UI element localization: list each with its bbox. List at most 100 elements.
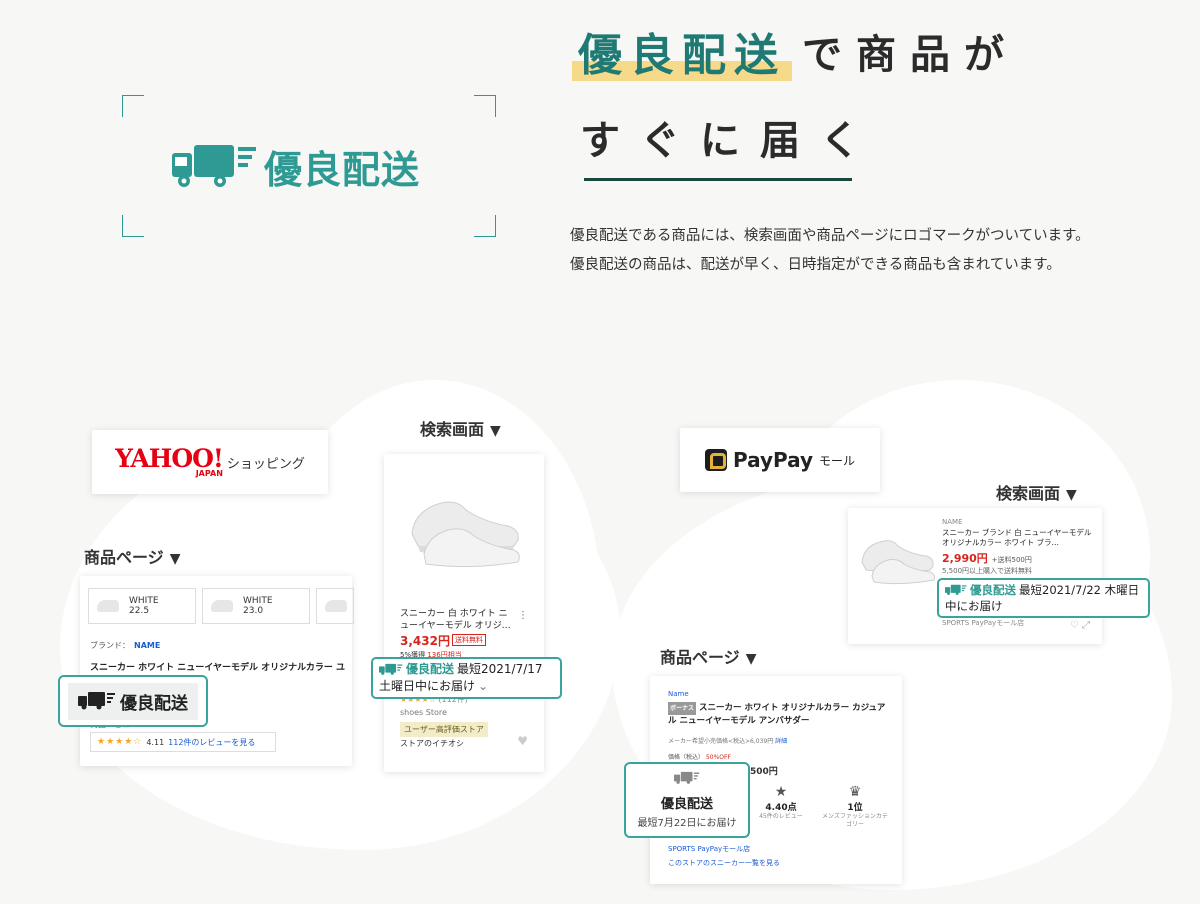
rating-stat: ★ 4.40点 45件のレビュー bbox=[746, 784, 816, 821]
shoe-thumbnail bbox=[97, 600, 119, 612]
truck-icon bbox=[379, 663, 403, 675]
card-actions: ♡ ⤢ bbox=[1070, 620, 1090, 631]
description: 優良配送である商品には、検索画面や商品ページにロゴマークがついています。優良配送… bbox=[570, 228, 1090, 273]
variant-option[interactable]: WHITE 22.5 bbox=[88, 588, 196, 624]
headline-line-2: すぐに届く bbox=[580, 118, 880, 164]
variant-option[interactable] bbox=[316, 588, 354, 624]
paypay-search-yuryou-badge: 優良配送 最短2021/7/22 木曜日 中にお届け bbox=[937, 578, 1150, 618]
frame-corner bbox=[474, 95, 496, 117]
discount: 50%OFF bbox=[705, 754, 731, 761]
product-title: ボーナス スニーカー ホワイト オリジナルカラー カジュアル ニューイヤーモデル … bbox=[668, 702, 890, 728]
yahoo-logo-word: YAHOO! bbox=[115, 444, 224, 473]
review-link[interactable]: 112件のレビューを見る bbox=[168, 737, 255, 748]
star-rating: ★★★★☆ bbox=[97, 737, 143, 747]
yahoo-search-card[interactable]: スニーカー 白 ホワイト ニューイヤーモデル オリジ… ⋮ 3,432円 送料無… bbox=[384, 454, 544, 772]
paypay-product-page-label: 商品ページ ▼ bbox=[660, 644, 756, 668]
product-price: 2,990円 +送料500円 bbox=[942, 550, 1032, 566]
star-icon: ★ bbox=[774, 784, 788, 800]
product-brand[interactable]: Name bbox=[668, 690, 689, 698]
label-text: 商品ページ bbox=[84, 548, 164, 567]
shoe-thumbnail bbox=[325, 600, 347, 612]
label-text: 商品ページ bbox=[660, 648, 740, 667]
yuryou-logo-text: 優良配送 bbox=[264, 148, 421, 192]
store-tag: ユーザー高評価ストア bbox=[400, 722, 488, 737]
headline-highlight: 優良配送 bbox=[572, 19, 792, 83]
variant-size: 23.0 bbox=[243, 606, 264, 616]
price-label-text: 価格（税込） bbox=[668, 754, 705, 761]
variant-color: WHITE bbox=[243, 596, 273, 606]
badge-text: 優良配送 bbox=[120, 693, 188, 714]
store-name[interactable]: shoes Store bbox=[400, 708, 447, 717]
product-brand: NAME bbox=[942, 518, 963, 526]
price-label: 価格（税込） 50%OFF bbox=[668, 752, 731, 761]
variant-option[interactable]: WHITE 23.0 bbox=[202, 588, 310, 624]
shipping-note: 5,500円以上購入で送料無料 bbox=[942, 567, 1033, 575]
rank-stat: ♛ 1位 メンズファッションカテゴリー bbox=[820, 784, 890, 829]
paypay-logo-word: PayPay bbox=[732, 448, 814, 472]
rank-label: メンズファッションカテゴリー bbox=[822, 813, 888, 828]
paypay-search-card[interactable]: NAME スニーカー ブランド 白 ニューイヤーモデル オリジナルカラー ホワイ… bbox=[848, 508, 1102, 644]
store-name[interactable]: SPORTS PayPayモール店 bbox=[942, 618, 1024, 628]
triangle-down-icon: ▼ bbox=[490, 423, 501, 439]
maker-link[interactable]: 詳細 bbox=[775, 738, 787, 745]
product-title[interactable]: スニーカー 白 ホワイト ニューイヤーモデル オリジ… bbox=[400, 608, 512, 632]
review-box[interactable]: ★★★★☆ 4.11 112件のレビューを見る bbox=[90, 732, 276, 752]
badge-label: 優良配送 bbox=[970, 583, 1016, 597]
crown-icon: ♛ bbox=[848, 784, 862, 800]
shoe-thumbnail bbox=[211, 600, 233, 612]
headline-line-1: 優良配送 で商品が bbox=[572, 18, 1018, 84]
variant-size: 22.5 bbox=[129, 606, 150, 616]
yuryou-logo: 優良配送 bbox=[172, 139, 420, 194]
yuryou-logo-frame: 優良配送 bbox=[122, 95, 496, 237]
headline-rest: で商品が bbox=[802, 32, 1018, 78]
rating-value: 4.11 bbox=[146, 737, 165, 747]
price-value: 2,990円 bbox=[942, 552, 988, 565]
rank-value: 1位 bbox=[847, 803, 863, 813]
rating-value: 4.40点 bbox=[765, 803, 797, 813]
chevron-down-icon[interactable]: ⌄ bbox=[478, 678, 488, 695]
brand-line: ブランド： NAME bbox=[90, 640, 160, 651]
store-name[interactable]: SPORTS PayPayモール店 bbox=[668, 844, 750, 854]
heart-icon[interactable]: ♡ bbox=[1070, 620, 1079, 631]
truck-icon bbox=[78, 692, 115, 710]
expand-icon[interactable]: ⤢ bbox=[1082, 620, 1090, 631]
paypay-icon bbox=[704, 449, 727, 471]
maker-price-note: メーカー希望小売価格<税込>6,039円 詳細 bbox=[668, 736, 787, 745]
yahoo-logo-shop: ショッピング bbox=[226, 456, 305, 472]
frame-corner bbox=[474, 215, 496, 237]
product-title: スニーカー ホワイト ニューイヤーモデル オリジナルカラー ユ bbox=[90, 663, 345, 673]
maker-note: メーカー希望小売価格<税込>6,039円 bbox=[668, 738, 774, 745]
variant-color: WHITE bbox=[129, 596, 159, 606]
triangle-down-icon: ▼ bbox=[745, 651, 757, 667]
sneaker-image bbox=[411, 501, 520, 568]
label-text: 検索画面 bbox=[420, 420, 485, 439]
more-options-icon[interactable]: ⋮ bbox=[518, 610, 528, 621]
paypay-logo-mall: モール bbox=[819, 453, 856, 468]
truck-icon bbox=[674, 771, 700, 784]
product-title-text: スニーカー ホワイト オリジナルカラー カジュアル ニューイヤーモデル アンバサ… bbox=[668, 703, 886, 726]
badge-label: 優良配送 bbox=[660, 797, 713, 812]
yahoo-search-yuryou-badge: 優良配送 最短2021/7/17 土曜日中にお届け ⌄ bbox=[371, 657, 562, 699]
product-price: 500円 bbox=[750, 767, 778, 777]
badge-day: 中にお届け bbox=[945, 599, 1003, 613]
yahoo-shopping-logo: YAHOO! JAPAN ショッピング bbox=[92, 430, 328, 494]
yahoo-product-page-label: 商品ページ ▼ bbox=[84, 544, 180, 568]
paypay-search-label: 検索画面 ▼ bbox=[996, 480, 1077, 504]
frame-corner bbox=[122, 215, 144, 237]
brand-name[interactable]: NAME bbox=[134, 641, 160, 650]
badge-date: 最短2021/7/22 木曜日 bbox=[1019, 583, 1140, 597]
yahoo-product-card[interactable]: WHITE 22.5 WHITE 23.0 ブランド： NAME スニーカー ホワイト… bbox=[80, 576, 354, 766]
product-price: 3,432円 bbox=[400, 634, 450, 648]
paypay-product-yuryou-badge: 優良配送 最短7月22日にお届け bbox=[624, 762, 750, 838]
label-text: 検索画面 bbox=[996, 484, 1061, 503]
product-title[interactable]: スニーカー ブランド 白 ニューイヤーモデル オリジナルカラー ホワイト ブラ… bbox=[942, 528, 1094, 548]
triangle-down-icon: ▼ bbox=[1066, 487, 1077, 503]
triangle-down-icon: ▼ bbox=[169, 551, 181, 567]
badge-day: 土曜日中にお届け bbox=[379, 679, 476, 693]
heart-icon[interactable]: ♥ bbox=[517, 734, 528, 748]
frame-corner bbox=[122, 95, 144, 117]
store-sneaker-link[interactable]: このストアのスニーカー一覧を見る bbox=[668, 858, 780, 868]
badge-label: 優良配送 bbox=[406, 662, 455, 676]
free-shipping-tag: 送料無料 bbox=[452, 634, 486, 646]
brand-label: ブランド： bbox=[90, 641, 130, 650]
